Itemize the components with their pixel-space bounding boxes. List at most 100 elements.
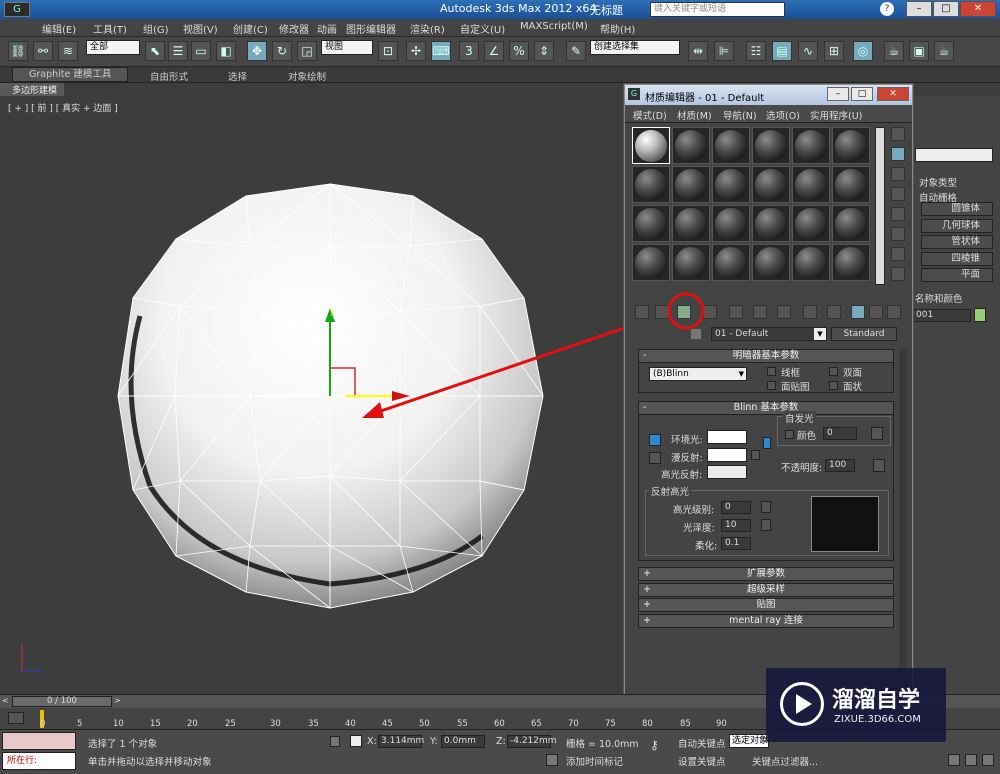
- time-slider-handle[interactable]: 0 / 100: [12, 696, 112, 707]
- schematic-view-icon[interactable]: ⊞: [824, 41, 844, 61]
- sample-slot[interactable]: [672, 205, 710, 242]
- me-close-button[interactable]: ✕: [877, 87, 909, 101]
- set-key-button[interactable]: 设置关键点: [678, 754, 726, 768]
- time-slider-next[interactable]: >: [114, 696, 124, 707]
- menu-rendering[interactable]: 渲染(R): [410, 21, 445, 36]
- sample-slot[interactable]: [712, 244, 750, 281]
- pick-material-icon[interactable]: [691, 329, 701, 339]
- go-forward-sibling-icon[interactable]: [887, 305, 901, 319]
- sample-slot[interactable]: [672, 244, 710, 281]
- sample-slot[interactable]: [712, 127, 750, 164]
- maximize-viewport-icon[interactable]: [982, 754, 994, 766]
- edit-named-sel-icon[interactable]: ✎: [566, 41, 586, 61]
- me-minimize-button[interactable]: –: [827, 87, 849, 101]
- plane-button[interactable]: 平面: [921, 268, 993, 282]
- lock-spec-icon[interactable]: [763, 437, 771, 449]
- sample-slot[interactable]: [712, 205, 750, 242]
- me-menu-options[interactable]: 选项(O): [766, 108, 800, 122]
- show-map-icon[interactable]: [827, 305, 841, 319]
- tab-freeform[interactable]: 自由形式: [150, 69, 188, 83]
- sample-slot[interactable]: [792, 127, 830, 164]
- keyboard-shortcut-icon[interactable]: ⌨: [431, 41, 451, 61]
- spinner-snap-icon[interactable]: ⇕: [534, 41, 554, 61]
- mental-ray-rollout[interactable]: + mental ray 连接: [638, 614, 894, 628]
- y-coord-field[interactable]: 0.0mm: [441, 735, 485, 748]
- shader-dropdown[interactable]: (B)Blinn ▼: [649, 367, 747, 381]
- absolute-mode-icon[interactable]: [350, 735, 362, 747]
- me-menu-navigation[interactable]: 导航(N): [723, 108, 757, 122]
- lock-color-button[interactable]: [649, 434, 661, 446]
- manipulate-icon[interactable]: ✢: [406, 41, 426, 61]
- material-type-button[interactable]: Standard: [831, 327, 897, 341]
- gloss-spinner[interactable]: 10: [721, 519, 751, 532]
- ambient-color-swatch[interactable]: [707, 430, 747, 444]
- select-by-name-icon[interactable]: ☰: [168, 41, 188, 61]
- spec-level-map-button[interactable]: [761, 501, 771, 513]
- maximize-button[interactable]: □: [933, 1, 959, 17]
- object-color-swatch[interactable]: [974, 308, 986, 322]
- spec-level-spinner[interactable]: 0: [721, 501, 751, 514]
- x-coord-field[interactable]: 3.114mm: [378, 735, 424, 748]
- material-name-field[interactable]: 01 - Default ▼: [711, 327, 827, 341]
- curve-editor-icon[interactable]: ∿: [798, 41, 818, 61]
- rect-selection-icon[interactable]: ▭: [191, 41, 211, 61]
- render-setup-icon[interactable]: ☕: [884, 41, 904, 61]
- lock-selection-icon[interactable]: [330, 736, 340, 747]
- diffuse-map-button[interactable]: [751, 450, 760, 460]
- render-frame-icon[interactable]: ▣: [909, 41, 929, 61]
- menu-help[interactable]: 帮助(H): [600, 21, 635, 36]
- sample-slot[interactable]: [752, 244, 790, 281]
- face-map-checkbox[interactable]: [767, 381, 776, 390]
- shader-rollout-header[interactable]: - 明暗器基本参数: [639, 350, 893, 363]
- align-icon[interactable]: ⊫: [714, 41, 734, 61]
- gloss-map-button[interactable]: [761, 519, 771, 531]
- viewport-label[interactable]: [ + ] [ 前 ] [ 真实 + 边面 ]: [8, 101, 118, 114]
- pyramid-button[interactable]: 四棱锥: [921, 252, 993, 266]
- put-to-scene-icon[interactable]: [655, 305, 669, 319]
- link-icon[interactable]: ⛓: [8, 41, 28, 61]
- render-icon[interactable]: ☕: [934, 41, 954, 61]
- self-illum-spinner[interactable]: 0: [823, 427, 857, 440]
- make-unique-icon[interactable]: [753, 305, 767, 319]
- add-time-tag-icon[interactable]: [546, 754, 558, 766]
- percent-snap-icon[interactable]: %: [509, 41, 529, 61]
- auto-key-button[interactable]: 自动关键点: [678, 736, 726, 750]
- get-material-icon[interactable]: [635, 305, 649, 319]
- sample-slot[interactable]: [712, 166, 750, 203]
- material-editor-icon[interactable]: ◎: [853, 41, 873, 61]
- select-scale-icon[interactable]: ◲: [297, 41, 317, 61]
- menu-tools[interactable]: 工具(T): [93, 21, 127, 36]
- two-sided-checkbox[interactable]: [829, 367, 838, 376]
- key-icon[interactable]: ⚷: [650, 739, 670, 751]
- background-icon[interactable]: [891, 167, 905, 181]
- sample-slot[interactable]: [672, 166, 710, 203]
- app-logo-icon[interactable]: G: [4, 2, 30, 17]
- menu-create[interactable]: 创建(C): [233, 21, 268, 36]
- key-filters-button[interactable]: 关键点过滤器...: [752, 754, 818, 768]
- sample-type-icon[interactable]: [891, 127, 905, 141]
- menu-edit[interactable]: 编辑(E): [42, 21, 76, 36]
- maxscript-listener[interactable]: [2, 732, 76, 750]
- sample-slot[interactable]: [752, 205, 790, 242]
- make-preview-icon[interactable]: [891, 227, 905, 241]
- menu-graph-editors[interactable]: 图形编辑器: [346, 21, 396, 36]
- opacity-spinner[interactable]: 100: [825, 459, 855, 472]
- geosphere-button[interactable]: 几何球体: [921, 219, 993, 233]
- time-slider-prev[interactable]: <: [2, 696, 12, 707]
- menu-modifiers[interactable]: 修改器: [279, 21, 309, 36]
- copy-material-icon[interactable]: [729, 305, 743, 319]
- window-crossing-icon[interactable]: ◧: [216, 41, 236, 61]
- menu-group[interactable]: 组(G): [143, 21, 169, 36]
- menu-customize[interactable]: 自定义(U): [460, 21, 505, 36]
- named-selection-dropdown[interactable]: 创建选择集: [590, 40, 680, 55]
- tab-object-paint[interactable]: 对象绘制: [288, 69, 326, 83]
- uv-tiling-icon[interactable]: [891, 187, 905, 201]
- track-bar-icon[interactable]: [8, 712, 24, 724]
- z-coord-field[interactable]: -4.212mm: [507, 735, 557, 748]
- zoom-icon[interactable]: [948, 754, 960, 766]
- backlight-icon[interactable]: [891, 147, 905, 161]
- sample-slots-scrollbar[interactable]: [875, 127, 885, 285]
- sample-slot[interactable]: [632, 205, 670, 242]
- rollout-scrollbar[interactable]: [899, 349, 907, 699]
- tube-button[interactable]: 管状体: [921, 235, 993, 249]
